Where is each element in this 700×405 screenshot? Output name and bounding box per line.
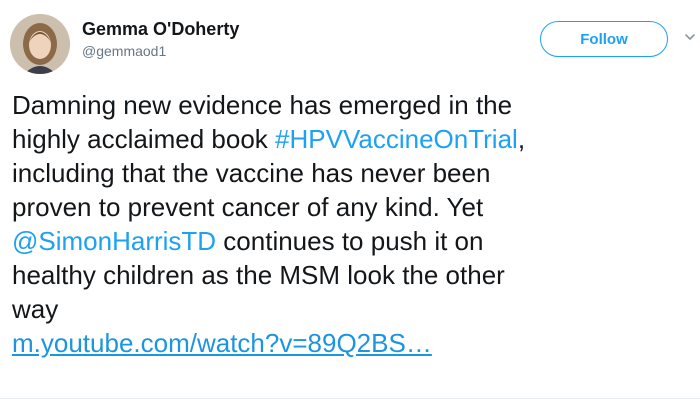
hashtag-link[interactable]: #HPVVaccineOnTrial: [275, 124, 518, 154]
tweet-text-fragment: highly acclaimed book: [12, 124, 276, 154]
avatar-image: [10, 14, 70, 74]
tweet-text-line: highly acclaimed book #HPVVaccineOnTrial…: [12, 122, 696, 156]
tweet-text: Damning new evidence has emerged in the …: [12, 88, 696, 360]
tweet-text-line: @SimonHarrisTD continues to push it on: [12, 224, 696, 258]
youtube-url-link[interactable]: m.youtube.com/watch?v=89Q2BS…: [12, 328, 432, 358]
divider: [0, 398, 700, 399]
avatar[interactable]: [10, 14, 70, 74]
chevron-down-icon[interactable]: [684, 30, 696, 42]
tweet-text-line: including that the vaccine has never bee…: [12, 158, 491, 188]
tweet-text-line: proven to prevent cancer of any kind. Ye…: [12, 192, 484, 222]
tweet-text-line: Damning new evidence has emerged in the: [12, 90, 513, 120]
tweet-text-line: way: [12, 294, 59, 324]
tweet-author: Gemma O'Doherty @gemmaod1: [82, 18, 239, 60]
follow-button[interactable]: Follow: [540, 21, 668, 57]
tweet-text-line: m.youtube.com/watch?v=89Q2BS…: [12, 326, 696, 360]
mention-link[interactable]: @SimonHarrisTD: [12, 226, 216, 256]
author-display-name[interactable]: Gemma O'Doherty: [82, 18, 239, 40]
tweet-text-line: healthy children as the MSM look the oth…: [12, 260, 505, 290]
tweet-text-fragment: ,: [517, 124, 526, 154]
tweet-text-fragment: continues to push it on: [216, 226, 484, 256]
tweet-card: Gemma O'Doherty @gemmaod1 Follow Damning…: [0, 0, 700, 405]
author-handle[interactable]: @gemmaod1: [82, 42, 239, 60]
